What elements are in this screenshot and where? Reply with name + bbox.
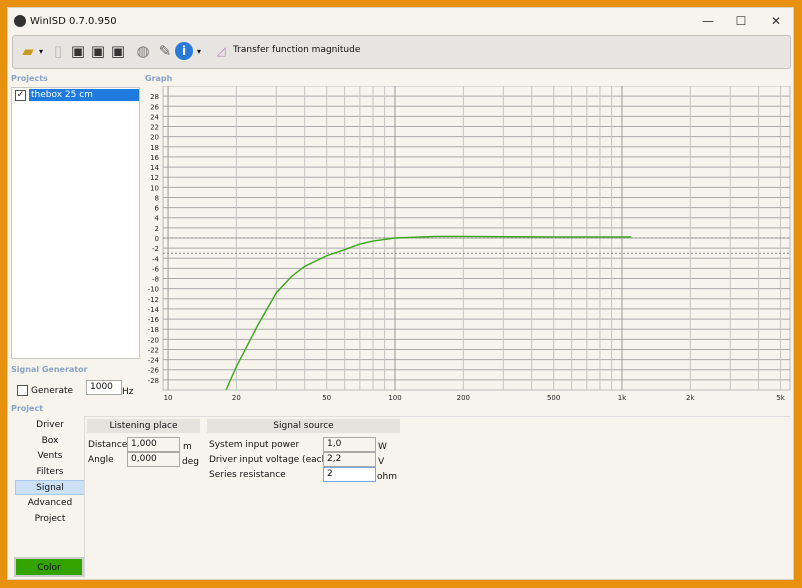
y-tick-label: -26	[148, 367, 160, 375]
frequency-unit: Hz	[122, 387, 134, 397]
y-tick-label: -10	[148, 286, 159, 294]
distance-input[interactable]: 1,000	[127, 437, 180, 452]
x-tick-label: 1k	[618, 394, 627, 402]
nav-advanced[interactable]: Advanced	[15, 496, 85, 511]
y-tick-label: -18	[148, 326, 159, 334]
graph-label: Graph	[145, 74, 173, 83]
nav-box[interactable]: Box	[15, 434, 85, 449]
generate-label: Generate	[31, 386, 74, 396]
save-all-icon[interactable]: ▣	[108, 40, 128, 62]
app-icon	[14, 15, 26, 27]
y-tick-label: -22	[148, 346, 159, 354]
signal-generator-label: Signal Generator	[11, 365, 88, 374]
tools-icon[interactable]: ✎	[155, 40, 175, 62]
new-project-icon[interactable]: ▯	[48, 40, 68, 62]
y-tick-label: -16	[148, 316, 160, 324]
power-label: System input power	[209, 440, 300, 450]
x-tick-label: 100	[388, 394, 401, 402]
power-unit: W	[378, 442, 387, 452]
y-tick-label: 4	[155, 215, 160, 223]
signal-source-header: Signal source	[207, 419, 400, 433]
y-tick-label: 6	[155, 205, 160, 213]
distance-unit: m	[183, 442, 192, 452]
voltage-label: Driver input voltage (each)	[209, 455, 331, 465]
nav-vents[interactable]: Vents	[15, 449, 85, 464]
y-tick-label: -8	[152, 276, 159, 284]
nav-project[interactable]: Project	[15, 512, 85, 527]
project-item[interactable]: thebox 25 cm	[29, 89, 139, 101]
nav-driver[interactable]: Driver	[15, 418, 85, 433]
y-tick-label: 2	[155, 225, 159, 233]
x-tick-label: 20	[232, 394, 241, 402]
y-tick-label: 24	[150, 113, 159, 121]
window-title: WinISD 0.7.0.950	[30, 16, 117, 27]
listening-place-header: Listening place	[87, 419, 200, 433]
y-tick-label: 12	[150, 174, 159, 182]
color-button[interactable]: Color	[14, 557, 84, 577]
save-icon[interactable]: ▣	[68, 40, 88, 62]
minimize-button[interactable]: —	[698, 14, 718, 28]
y-tick-label: -28	[148, 377, 159, 385]
project-nav: Driver Box Vents Filters Signal Advanced…	[11, 417, 85, 579]
x-tick-label: 200	[457, 394, 470, 402]
nav-filters[interactable]: Filters	[15, 465, 85, 480]
x-tick-label: 500	[547, 394, 560, 402]
graph-type-selector[interactable]: Transfer function magnitude	[233, 45, 360, 55]
signal-panel: Listening place Distance 1,000 m Angle 0…	[84, 416, 791, 578]
y-tick-label: 10	[150, 184, 159, 192]
y-tick-label: 14	[150, 164, 159, 172]
toolbar: ▰ ▾ ▯ ▣ ▣ ▣ ◍ ✎ i ▾ ◿ Transfer function …	[12, 35, 791, 69]
y-tick-label: 26	[150, 103, 159, 111]
project-label: Project	[11, 404, 44, 413]
project-checkbox[interactable]: ✓	[15, 90, 26, 101]
x-tick-label: 5k	[776, 394, 785, 402]
y-tick-label: 0	[155, 235, 159, 243]
nav-signal[interactable]: Signal	[15, 480, 85, 495]
projects-label: Projects	[11, 74, 48, 83]
y-tick-label: -20	[148, 336, 159, 344]
angle-unit: deg	[182, 457, 199, 467]
y-tick-label: 22	[150, 124, 159, 132]
graph-chart[interactable]: 2826242220181614121086420-2-4-6-8-10-12-…	[138, 86, 793, 406]
y-tick-label: -4	[152, 255, 160, 263]
x-tick-label: 10	[164, 394, 173, 402]
app-window: WinISD 0.7.0.950 — ☐ ✕ ▰ ▾ ▯ ▣ ▣ ▣ ◍ ✎ i…	[7, 7, 794, 580]
y-tick-label: 16	[150, 154, 159, 162]
y-tick-label: -14	[148, 306, 160, 314]
y-tick-label: -12	[148, 296, 159, 304]
resistance-unit: ohm	[377, 472, 397, 482]
chevron-down-icon[interactable]: ▾	[195, 40, 203, 62]
generate-checkbox[interactable]	[17, 385, 28, 396]
close-button[interactable]: ✕	[766, 14, 786, 28]
frequency-input[interactable]: 1000	[86, 380, 122, 395]
x-tick-label: 50	[322, 394, 331, 402]
x-tick-label: 2k	[686, 394, 695, 402]
chevron-down-icon[interactable]: ▾	[37, 40, 45, 62]
open-folder-icon[interactable]: ▰	[18, 40, 38, 62]
graph-icon[interactable]: ◿	[211, 40, 231, 62]
y-tick-label: 8	[155, 194, 159, 202]
power-input[interactable]: 1,0	[323, 437, 376, 452]
driver-editor-icon[interactable]: ◍	[133, 40, 153, 62]
resistance-input[interactable]: 2	[323, 467, 376, 482]
y-tick-label: -6	[152, 265, 160, 273]
angle-label: Angle	[88, 455, 114, 465]
distance-label: Distance	[88, 440, 128, 450]
info-icon[interactable]: i	[175, 42, 193, 60]
y-tick-label: -24	[148, 357, 160, 365]
voltage-unit: V	[378, 457, 385, 467]
y-tick-label: -2	[152, 245, 159, 253]
y-tick-label: 18	[150, 144, 159, 152]
angle-input[interactable]: 0,000	[127, 452, 180, 467]
maximize-button[interactable]: ☐	[731, 14, 751, 28]
voltage-input[interactable]: 2,2	[323, 452, 376, 467]
resistance-label: Series resistance	[209, 470, 286, 480]
save-as-icon[interactable]: ▣	[88, 40, 108, 62]
y-tick-label: 20	[150, 134, 159, 142]
y-tick-label: 28	[150, 93, 159, 101]
projects-list[interactable]: ✓ thebox 25 cm	[11, 87, 140, 359]
